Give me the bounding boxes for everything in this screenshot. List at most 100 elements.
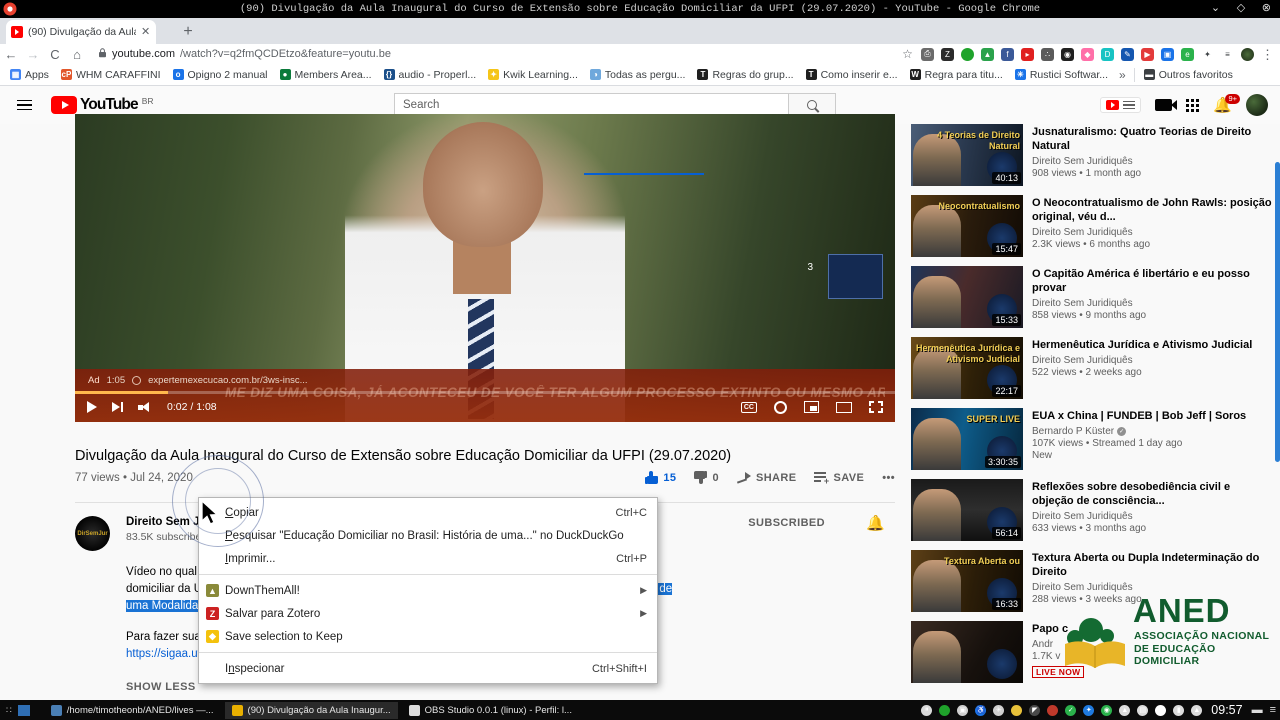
- lock-icon[interactable]: ▮: [1173, 704, 1185, 716]
- like-button[interactable]: 15: [645, 471, 676, 484]
- video-thumbnail[interactable]: 4 Teorias de Direito Natural 40:13: [911, 124, 1023, 186]
- recommended-video-card[interactable]: Neocontratualismo 15:47 O Neocontratualism…: [911, 195, 1273, 257]
- context-menu-item[interactable]: ▲ DownThemAll! ▶: [199, 579, 657, 602]
- video-thumbnail[interactable]: Textura Aberta ou 16:33: [911, 550, 1023, 612]
- bookmark-item[interactable]: ◑ Todas as pergu...: [584, 65, 692, 85]
- recommended-video-card[interactable]: 15:33 O Capitão América é libertário e eu…: [911, 266, 1273, 328]
- check-icon[interactable]: ✓: [1065, 704, 1077, 716]
- list-extension-icon[interactable]: ≡: [1221, 48, 1234, 61]
- drop-extension-icon[interactable]: [961, 47, 974, 61]
- bluetooth-off-icon[interactable]: ✳: [993, 704, 1005, 716]
- taskbar-window-button[interactable]: /home/timotheonb/ANED/lives —...: [44, 702, 221, 719]
- context-menu-item[interactable]: Copiar Ctrl+C: [199, 501, 657, 524]
- video-thumbnail[interactable]: Neocontratualismo 15:47: [911, 195, 1023, 257]
- bookmark-star-icon[interactable]: ☆: [901, 47, 914, 61]
- profile-avatar-icon[interactable]: [1241, 47, 1254, 61]
- recommended-video-card[interactable]: 56:14 Reflexões sobre desobediência civil…: [911, 479, 1273, 541]
- recommended-video-card[interactable]: SUPER LIVE 3:30:35 EUA x China | FUNDEB | …: [911, 408, 1273, 470]
- zotero-extension-icon[interactable]: Z: [941, 47, 954, 61]
- puzzle-extension-icon[interactable]: ✦: [1201, 48, 1214, 61]
- dislike-button[interactable]: 0: [694, 471, 719, 484]
- account-avatar[interactable]: [1246, 94, 1268, 116]
- context-menu-item[interactable]: Z Salvar para Zotero ▶: [199, 602, 657, 625]
- miniplayer-icon[interactable]: [804, 401, 819, 413]
- wifi-icon[interactable]: ▲: [1119, 704, 1131, 716]
- apps-grid-button[interactable]: [1186, 98, 1200, 112]
- video-thumbnail[interactable]: Hermenêutica Jurídica e Ativismo Judicia…: [911, 337, 1023, 399]
- scrollbar-thumb[interactable]: [1275, 162, 1280, 462]
- address-bar[interactable]: youtube.com/watch?v=q2fmQCDEtzo&feature=…: [92, 46, 895, 62]
- taskbar-window-button[interactable]: (90) Divulgação da Aula Inaugur...: [224, 701, 398, 719]
- bookmarks-overflow-button[interactable]: »: [1114, 68, 1131, 82]
- os-window-controls[interactable]: ⌄ ◇ ⊗: [1211, 0, 1276, 18]
- show-less-button[interactable]: SHOW LESS: [126, 681, 196, 693]
- youtube-studio-button[interactable]: [1100, 97, 1142, 113]
- fullscreen-icon[interactable]: [869, 401, 883, 413]
- bookmark-item[interactable]: {} audio - Properl...: [378, 65, 483, 85]
- home-icon[interactable]: ⌂: [66, 47, 88, 62]
- channel-avatar[interactable]: DirSemJur: [75, 516, 110, 551]
- settings-gear-icon[interactable]: [774, 400, 787, 414]
- clipboard-icon[interactable]: ▤: [1137, 704, 1149, 716]
- more-actions-button[interactable]: •••: [882, 472, 895, 484]
- subscribe-button[interactable]: SUBSCRIBED: [748, 517, 825, 529]
- record-extension-icon[interactable]: ▸: [1021, 47, 1034, 61]
- bluetooth-icon[interactable]: ✦: [1083, 704, 1095, 716]
- workspace-switcher-icon[interactable]: ∷: [4, 705, 12, 716]
- recommended-video-card[interactable]: Hermenêutica Jurídica e Ativismo Judicia…: [911, 337, 1273, 399]
- bookmark-item[interactable]: ✳ Rustici Softwar...: [1009, 65, 1114, 85]
- paint-icon[interactable]: [1011, 704, 1023, 716]
- workspace-indicator[interactable]: [17, 704, 30, 716]
- drive-extension-icon[interactable]: ▲: [981, 47, 994, 61]
- taskbar-window-button[interactable]: OBS Studio 0.0.1 (linux) - Perfil: l...: [402, 702, 579, 719]
- context-menu[interactable]: Copiar Ctrl+C Pesquisar "Educação Domicili…: [198, 497, 658, 684]
- ad-overlay-card[interactable]: [828, 254, 883, 299]
- hamburger-menu-icon[interactable]: [13, 93, 37, 117]
- other-bookmarks-folder[interactable]: ▬ Outros favoritos: [1138, 65, 1239, 85]
- volume-button[interactable]: [138, 401, 152, 413]
- video-channel[interactable]: Direito Sem Juridiquês: [1032, 227, 1273, 238]
- notification-bell-icon[interactable]: 🔔: [866, 514, 885, 532]
- d-extension-icon[interactable]: D: [1101, 47, 1114, 61]
- video-channel[interactable]: Bernardo P Küster ✓: [1032, 426, 1273, 437]
- close-icon[interactable]: ✕: [141, 26, 151, 38]
- recommended-video-card[interactable]: 4 Teorias de Direito Natural 40:13 Jusnatu…: [911, 124, 1273, 186]
- youtube-logo[interactable]: YouTube BR: [51, 96, 154, 114]
- create-video-button[interactable]: [1155, 99, 1178, 111]
- context-menu-item[interactable]: Imprimir... Ctrl+P: [199, 547, 657, 570]
- reload-icon[interactable]: C: [44, 47, 66, 62]
- back-icon[interactable]: ←: [0, 47, 22, 62]
- video-thumbnail[interactable]: SUPER LIVE 3:30:35: [911, 408, 1023, 470]
- accessibility-icon[interactable]: ♿: [975, 704, 987, 716]
- context-menu-item[interactable]: ◆ Save selection to Keep: [199, 625, 657, 648]
- theater-mode-icon[interactable]: [836, 401, 852, 413]
- video-thumbnail[interactable]: 56:14: [911, 479, 1023, 541]
- box-icon[interactable]: ▣: [957, 704, 969, 716]
- info-icon[interactable]: [132, 376, 142, 385]
- caret-up-icon[interactable]: ▲: [1191, 704, 1203, 716]
- media-icon[interactable]: ⏸: [921, 704, 933, 716]
- notifications-button[interactable]: 🔔 9+: [1213, 94, 1240, 114]
- forward-icon[interactable]: →: [22, 47, 44, 62]
- video-player[interactable]: 3 Ad 1:05 expertemexecucao.com.br/3ws-in…: [75, 114, 895, 422]
- printer-extension-icon[interactable]: ⎙: [921, 47, 934, 61]
- video-thumbnail[interactable]: [911, 621, 1023, 683]
- share-button[interactable]: SHARE: [737, 471, 797, 484]
- bookmark-item[interactable]: ▦ Apps: [4, 65, 55, 85]
- translate-extension-icon[interactable]: e: [1181, 47, 1194, 61]
- bookmark-item[interactable]: o Opigno 2 manual: [167, 65, 274, 85]
- play-button[interactable]: [87, 401, 97, 413]
- video-channel[interactable]: Direito Sem Juridiquês: [1032, 355, 1273, 366]
- bookmark-item[interactable]: T Como inserir e...: [800, 65, 904, 85]
- chrome-menu-icon[interactable]: ⋮: [1261, 48, 1274, 61]
- camera-icon[interactable]: [1047, 704, 1059, 716]
- context-menu-item[interactable]: Inspecionar Ctrl+Shift+I: [199, 657, 657, 680]
- facebook-extension-icon[interactable]: f: [1001, 47, 1014, 61]
- bookmark-item[interactable]: cP WHM CARAFFINI: [55, 65, 167, 85]
- bookmark-item[interactable]: ● Members Area...: [274, 65, 378, 85]
- eye-icon[interactable]: ◉: [1101, 704, 1113, 716]
- context-menu-item[interactable]: Pesquisar "Educação Domiciliar no Brasil…: [199, 524, 657, 547]
- video-channel[interactable]: Direito Sem Juridiquês: [1032, 298, 1273, 309]
- video-channel[interactable]: Direito Sem Juridiquês: [1032, 511, 1273, 522]
- video-channel[interactable]: Direito Sem Juridiquês: [1032, 156, 1273, 167]
